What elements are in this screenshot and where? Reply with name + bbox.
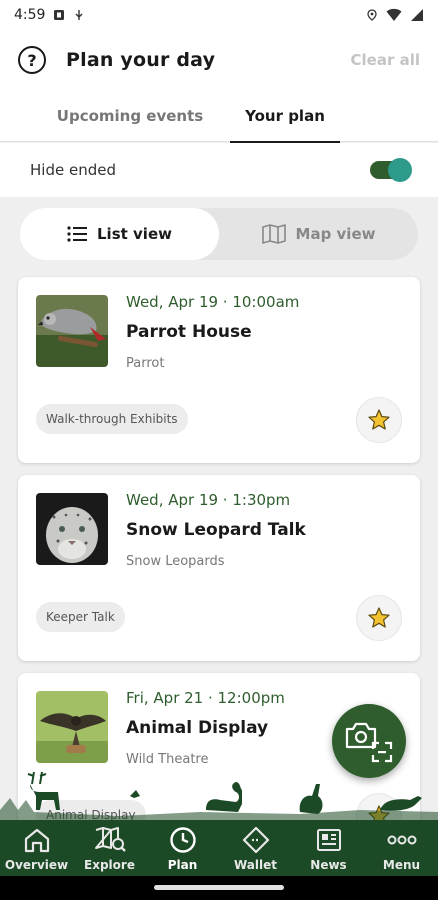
hide-ended-toggle[interactable] [370,158,412,182]
nav-news[interactable]: News [292,820,365,876]
hide-ended-label: Hide ended [30,161,116,179]
event-location: Snow Leopards [126,554,225,569]
app-header: ? Plan your day Clear all [0,30,438,90]
bottom-navigation: Overview Explore Plan Wallet News Menu [0,820,438,876]
event-card[interactable]: Wed, Apr 19 · 10:00am Parrot House Parro… [18,277,420,463]
ticket-icon [242,826,269,854]
event-time: Fri, Apr 21 · 12:00pm [126,689,285,707]
list-view-label: List view [97,225,172,243]
newspaper-icon [316,829,341,851]
nav-explore[interactable]: Explore [73,820,146,876]
map-view-button[interactable]: Map view [219,208,418,260]
nav-overview-label: Overview [4,858,69,872]
clock-icon [169,827,196,853]
tab-upcoming-events[interactable]: Upcoming events [0,90,230,142]
status-time: 4:59 [14,7,46,23]
view-switch: List view Map view [20,208,418,260]
event-card[interactable]: Wed, Apr 19 · 1:30pm Snow Leopard Talk S… [18,475,420,661]
nav-news-label: News [310,858,347,872]
nav-menu[interactable]: Menu [365,820,438,876]
nav-wallet[interactable]: Wallet [219,820,292,876]
parrot-thumbnail [36,295,108,367]
star-icon [368,607,390,628]
plan-tabs: Upcoming events Your plan [0,90,438,143]
snow-leopard-thumbnail [36,493,108,565]
scan-camera-button[interactable] [332,704,406,778]
event-location: Wild Theatre [126,752,209,767]
event-title: Snow Leopard Talk [126,520,306,540]
bird-of-prey-thumbnail [36,691,108,763]
location-icon [367,9,377,21]
nav-overview[interactable]: Overview [0,820,73,876]
event-title: Animal Display [126,718,269,738]
tab-your-plan[interactable]: Your plan [230,90,340,143]
nav-wallet-label: Wallet [233,858,277,872]
nav-plan[interactable]: Plan [146,820,219,876]
event-time: Wed, Apr 19 · 1:30pm [126,491,291,509]
list-view-button[interactable]: List view [20,208,219,260]
map-view-label: Map view [295,225,376,243]
home-icon [24,828,49,853]
clear-all-button[interactable]: Clear all [351,51,420,69]
page-title: Plan your day [66,49,216,71]
home-gesture-handle[interactable] [154,885,284,890]
system-gesture-bar [0,876,438,900]
event-time: Wed, Apr 19 · 10:00am [126,293,300,311]
status-bar: 4:59 [0,0,438,30]
notification-icon [54,10,65,20]
event-category-tag: Walk-through Exhibits [36,404,188,434]
event-title: Parrot House [126,322,252,342]
event-category-tag: Keeper Talk [36,602,125,632]
favorite-star-button[interactable] [356,595,402,641]
map-icon [261,224,286,244]
dots-icon [387,835,416,845]
help-icon[interactable]: ? [18,46,46,74]
cellular-signal-icon [411,9,423,21]
map-search-icon [94,827,126,852]
camera-scan-icon [345,722,393,763]
favorite-star-button[interactable] [356,397,402,443]
star-icon [368,409,390,430]
hide-ended-row: Hide ended [0,143,438,197]
nav-explore-label: Explore [84,858,135,872]
list-icon [67,226,87,242]
event-location: Parrot [126,356,165,371]
toggle-knob [388,158,412,182]
wifi-icon [386,8,402,21]
nav-menu-label: Menu [382,858,421,872]
usb-icon [75,10,83,20]
nav-plan-label: Plan [167,858,198,872]
